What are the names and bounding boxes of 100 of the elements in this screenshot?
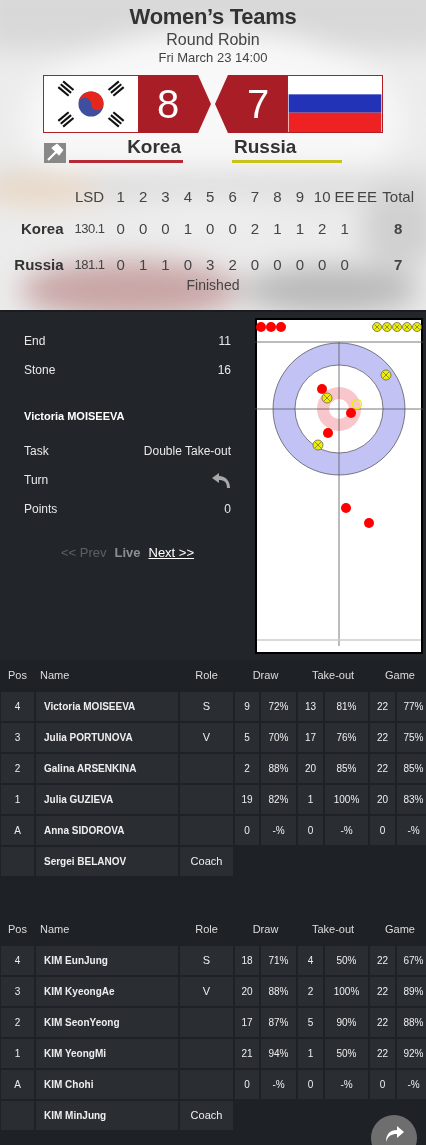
column-header: 8 bbox=[272, 187, 283, 207]
info-value: Double Take-out bbox=[143, 443, 231, 458]
player-name: Victoria MOISEEVA bbox=[36, 692, 178, 721]
korea-flag-icon bbox=[43, 75, 139, 133]
stat-cell: 22 bbox=[370, 754, 395, 783]
end-score: 1 bbox=[160, 255, 171, 275]
stat-cell: 100% bbox=[325, 785, 368, 814]
info-label: End bbox=[24, 333, 46, 348]
stat-cell: 2 bbox=[235, 754, 259, 783]
round-label: Round Robin bbox=[166, 31, 260, 49]
event-title: Women’s Teams bbox=[129, 4, 297, 30]
stat-cell: 1 bbox=[298, 785, 323, 814]
stat-cell: 13 bbox=[298, 692, 323, 721]
stat-cell: 50% bbox=[325, 946, 368, 975]
stat-cell: 5 bbox=[298, 1008, 323, 1037]
column-header: 2 bbox=[137, 187, 149, 207]
stat-cell: 22 bbox=[370, 1008, 395, 1037]
end-score: 0 bbox=[272, 255, 283, 275]
stat-cell: 88% bbox=[261, 977, 296, 1006]
role-cell: V bbox=[180, 977, 233, 1006]
stat-cell: 94% bbox=[261, 1039, 296, 1068]
stat-cell: 9 bbox=[235, 692, 259, 721]
team-name: Russia bbox=[232, 136, 342, 163]
info-label: Task bbox=[24, 443, 49, 458]
end-score: 2 bbox=[227, 255, 238, 275]
column-header: Take-out bbox=[310, 668, 356, 683]
end-score: 1 bbox=[182, 219, 194, 239]
stat-cell: 75% bbox=[397, 723, 426, 752]
column-header: EE bbox=[333, 187, 356, 207]
end-score: 0 bbox=[317, 255, 328, 275]
end-score: 2 bbox=[317, 219, 328, 239]
stat-cell: 85% bbox=[397, 754, 426, 783]
team-label: Russia bbox=[13, 255, 65, 275]
player-name: Julia PORTUNOVA bbox=[36, 723, 178, 752]
stat-cell: 90% bbox=[325, 1008, 368, 1037]
column-header: 7 bbox=[249, 187, 261, 207]
stat-cell: 19 bbox=[235, 785, 259, 814]
player-name: KIM MinJung bbox=[36, 1101, 178, 1130]
team-score: 8 bbox=[139, 75, 211, 133]
position-cell: 2 bbox=[1, 754, 34, 783]
position-cell: 3 bbox=[1, 723, 34, 752]
stat-cell: 17 bbox=[298, 723, 323, 752]
stat-cell: 20 bbox=[298, 754, 323, 783]
column-header: Name bbox=[39, 922, 71, 937]
stat-cell: 100% bbox=[325, 977, 368, 1006]
game-status: Finished bbox=[186, 277, 240, 293]
hammer-icon bbox=[44, 143, 66, 163]
end-score: 3 bbox=[205, 255, 216, 275]
stat-cell: 81% bbox=[325, 692, 368, 721]
total-score: 7 bbox=[393, 255, 404, 275]
nav-link[interactable]: << Prev bbox=[60, 545, 107, 560]
stat-cell: -% bbox=[325, 1070, 368, 1099]
stat-cell: 50% bbox=[325, 1039, 368, 1068]
end-score: 1 bbox=[339, 219, 350, 239]
stat-cell: 22 bbox=[370, 692, 395, 721]
stat-cell: -% bbox=[397, 1070, 426, 1099]
stat-cell: 88% bbox=[397, 1008, 426, 1037]
column-header: EE bbox=[356, 187, 378, 207]
column-header: Pos bbox=[7, 668, 28, 683]
total-score: 8 bbox=[393, 219, 404, 239]
info-label: Stone bbox=[24, 362, 56, 377]
nav-link[interactable]: Live bbox=[114, 545, 141, 560]
share-arrow-icon bbox=[383, 1125, 405, 1143]
info-value: 11 bbox=[218, 333, 231, 348]
stat-cell: 18 bbox=[235, 946, 259, 975]
team-label: Korea bbox=[19, 219, 65, 239]
stat-cell: -% bbox=[261, 1070, 296, 1099]
stat-cell: 88% bbox=[261, 754, 296, 783]
player-name: KIM SeonYeong bbox=[36, 1008, 178, 1037]
match-datetime: Fri March 23 14:00 bbox=[158, 50, 268, 65]
info-value: 0 bbox=[224, 501, 231, 516]
column-header: Role bbox=[194, 922, 219, 937]
end-score: 0 bbox=[205, 219, 216, 239]
column-header: Role bbox=[194, 668, 219, 683]
player-name: KIM EunJung bbox=[36, 946, 178, 975]
lsd-value: 130.1 bbox=[73, 220, 106, 238]
player-name: KIM YeongMi bbox=[36, 1039, 178, 1068]
player-name: Anna SIDOROVA bbox=[36, 816, 178, 845]
stat-cell: 20 bbox=[370, 785, 395, 814]
column-header: LSD bbox=[73, 187, 106, 207]
player-name: Galina ARSENKINA bbox=[36, 754, 178, 783]
stat-cell: 70% bbox=[261, 723, 296, 752]
stat-cell: 87% bbox=[261, 1008, 296, 1037]
nav-link[interactable]: Next >> bbox=[148, 545, 195, 560]
info-label: Turn bbox=[24, 472, 49, 487]
end-score: 0 bbox=[115, 219, 126, 239]
end-score: 0 bbox=[227, 219, 238, 239]
stat-cell: 0 bbox=[298, 816, 323, 845]
stat-cell: 21 bbox=[235, 1039, 259, 1068]
stat-cell: 76% bbox=[325, 723, 368, 752]
stat-cell: 0 bbox=[370, 816, 395, 845]
counterclockwise-arrow-icon bbox=[211, 470, 231, 489]
stat-cell: 83% bbox=[397, 785, 426, 814]
stat-cell: -% bbox=[397, 816, 426, 845]
role-cell: Coach bbox=[180, 1101, 233, 1130]
column-header: Game bbox=[384, 922, 416, 937]
column-header: 9 bbox=[294, 187, 305, 207]
role-cell: S bbox=[180, 692, 233, 721]
player-name: KIM KyeongAe bbox=[36, 977, 178, 1006]
end-score: 1 bbox=[272, 219, 283, 239]
